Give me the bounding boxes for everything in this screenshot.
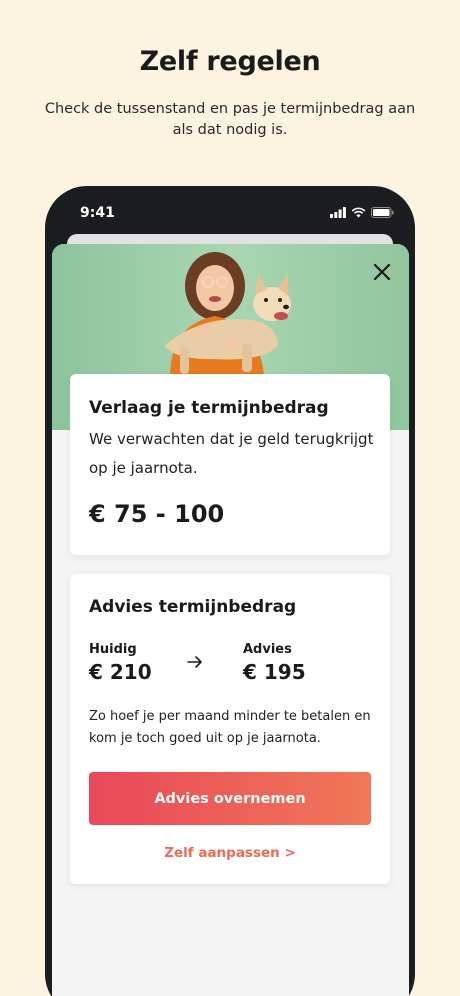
- status-icons: [330, 207, 394, 218]
- current-label: Huidig: [89, 642, 137, 657]
- promo-subtitle: Check de tussenstand en pas je termijnbe…: [44, 101, 416, 138]
- advice-text: Zo hoef je per maand minder te betalen e…: [89, 709, 371, 746]
- estimate-text: We verwachten dat je geld terugkrijgt op…: [89, 430, 374, 477]
- estimate-title: Verlaag je termijnbedrag: [89, 398, 329, 418]
- close-icon[interactable]: [370, 260, 394, 284]
- adjust-yourself-link[interactable]: Zelf aanpassen >: [70, 845, 390, 861]
- status-time: 9:41: [80, 205, 115, 221]
- promo-title: Zelf regelen: [139, 46, 321, 77]
- estimate-card: Verlaag je termijnbedrag We verwachten d…: [70, 374, 390, 555]
- advice-card: Advies termijnbedrag Huidig € 210 Advies…: [70, 574, 390, 884]
- advice-label: Advies: [243, 642, 292, 657]
- current-value: € 210: [89, 660, 152, 684]
- wifi-icon: [351, 207, 366, 218]
- app-screen: Verlaag je termijnbedrag We verwachten d…: [52, 244, 409, 996]
- battery-icon: [371, 207, 394, 218]
- advice-value: € 195: [243, 660, 306, 684]
- estimate-amount: € 75 - 100: [89, 500, 225, 528]
- arrow-right-icon: [187, 656, 202, 668]
- signal-icon: [330, 207, 346, 218]
- accept-advice-button[interactable]: Advies overnemen: [89, 772, 371, 825]
- advice-title: Advies termijnbedrag: [89, 597, 297, 617]
